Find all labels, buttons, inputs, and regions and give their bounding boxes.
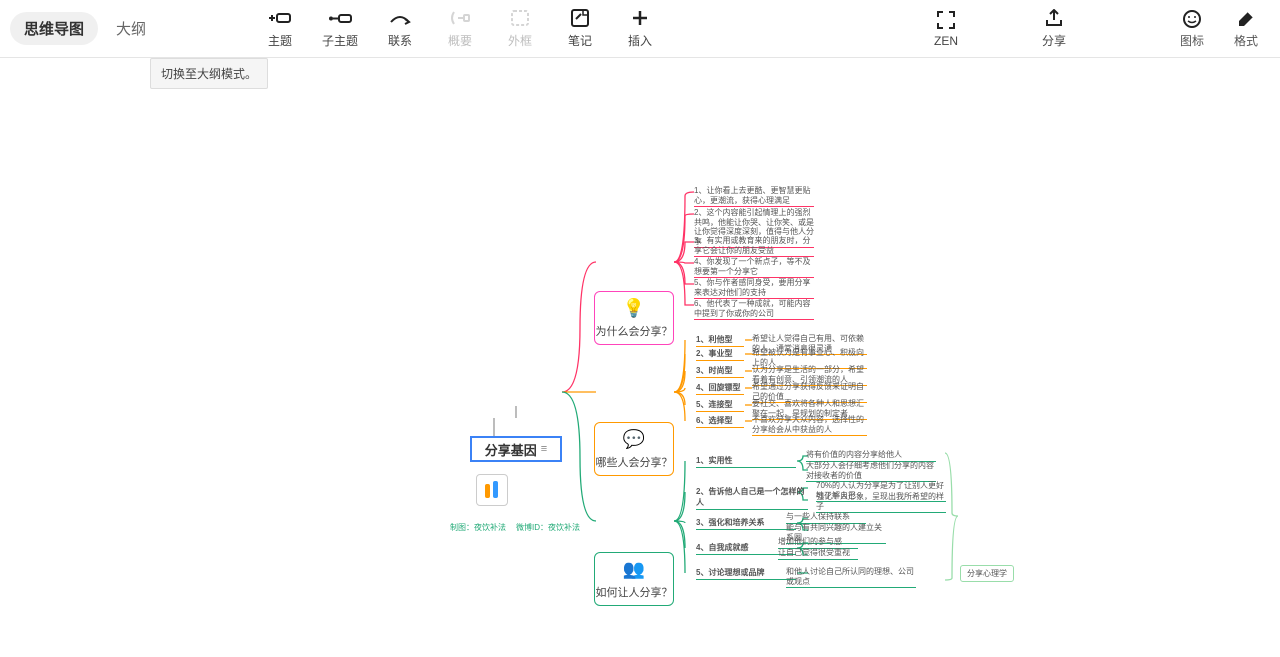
summary-icon: [450, 8, 470, 28]
list-item[interactable]: 3、强化和培养关系与一些人保持联系能与有共同兴趣的人建立关系圈: [696, 517, 796, 530]
list-item[interactable]: 3、时尚型认为分享是生活的一部分，希望看着有创意、引领潮流的人: [696, 365, 744, 378]
attachment-node[interactable]: [476, 474, 508, 506]
format-icon: [1236, 9, 1256, 29]
list-item[interactable]: 4、你发现了一个新点子，等不及想要第一个分享它: [694, 257, 814, 278]
branch-label: 如何让人分享？: [596, 584, 673, 600]
zen-button[interactable]: ZEN: [916, 5, 976, 53]
view-outline-tab[interactable]: 大纲: [106, 12, 156, 45]
subtopic-icon: [328, 8, 352, 28]
chat-icon: 💬: [623, 429, 645, 450]
list-item[interactable]: 4、回旋镖型希望通过分享获得反馈来证明自己的价值: [696, 382, 744, 395]
boundary-button: 外框: [490, 5, 550, 53]
top-toolbar: 思维导图 大纲 主题 子主题 联系 概要 外框 笔记 插入: [0, 0, 1280, 58]
list-item[interactable]: 2、告诉他人自己是一个怎样的人70%的人认为分享是为了让别人更好地了解自己强化个…: [696, 486, 808, 510]
boundary-icon: [511, 8, 529, 28]
list-item[interactable]: 5、讨论理想或品牌和他人讨论自己所认同的理想、公司或观点: [696, 567, 796, 580]
list-item[interactable]: 1、让你看上去更酷、更智慧更贴心，更潮流，获得心理满足: [694, 186, 814, 207]
summary-button: 概要: [430, 5, 490, 53]
relation-icon: [389, 8, 411, 28]
list-item[interactable]: 6、他代表了一种成就，可能内容中提到了你或你的公司: [694, 299, 814, 320]
format-panel-button[interactable]: 格式: [1222, 5, 1270, 53]
attachment-caption: 制图：夜饮补法 微博ID：夜饮补法: [450, 522, 580, 533]
icon-panel-button[interactable]: 图标: [1168, 5, 1216, 53]
subtopic-button[interactable]: 子主题: [310, 5, 370, 53]
people-icon: 👥: [623, 559, 645, 580]
lightbulb-icon: 💡: [623, 298, 645, 319]
share-button[interactable]: 分享: [1024, 5, 1084, 53]
toolbar-group-view: ZEN: [916, 5, 976, 53]
insert-button[interactable]: 插入: [610, 5, 670, 53]
list-item[interactable]: 4、自我成就感增加他们的参与感让自己觉得很受重视: [696, 542, 796, 555]
zen-icon: [937, 10, 955, 30]
root-label: 分享基因: [485, 440, 537, 459]
view-switch: 思维导图 大纲: [10, 12, 156, 45]
summary-node[interactable]: 分享心理学: [960, 565, 1014, 582]
list-item[interactable]: 1、实用性将有价值的内容分享给他人大部分人会仔细考虑他们分享的内容对接收者的价值: [696, 455, 796, 468]
list-item[interactable]: 5、连接型要社交、喜欢将各种人和思想汇聚在一起，是规划的制定者: [696, 399, 744, 412]
view-mindmap-tab[interactable]: 思维导图: [10, 12, 98, 45]
branch-label: 哪些人会分享？: [596, 454, 673, 470]
relation-button[interactable]: 联系: [370, 5, 430, 53]
topic-button[interactable]: 主题: [250, 5, 310, 53]
topic-icon: [269, 8, 291, 28]
list-item[interactable]: 2、事业型希望被认为是有事业心、积极向上的人: [696, 348, 744, 361]
note-button[interactable]: 笔记: [550, 5, 610, 53]
smile-icon: [1182, 9, 1202, 29]
list-item[interactable]: 3、有实用或教育来的朋友时，分享它会让你的朋友受益: [694, 236, 814, 257]
plus-icon: [631, 8, 649, 28]
list-item[interactable]: 6、选择型不喜欢分享大众内容，选择性的分享给会从中获益的人: [696, 415, 744, 428]
mindmap-canvas[interactable]: 分享基因 ≡ 制图：夜饮补法 微博ID：夜饮补法 💡 为什么会分享？ 💬 哪些人…: [0, 58, 1280, 657]
list-item[interactable]: 5、你与作者感同身受，要用分享来表达对他们的支持: [694, 278, 814, 299]
attachment-icon: [483, 479, 501, 501]
right-tools: 图标 格式: [1168, 5, 1270, 53]
branch-label: 为什么会分享？: [596, 323, 673, 339]
toolbar-group-edit: 主题 子主题 联系 概要 外框 笔记 插入: [250, 5, 670, 53]
root-node[interactable]: 分享基因 ≡: [470, 436, 562, 462]
branch-who[interactable]: 💬 哪些人会分享？: [594, 422, 674, 476]
branch-why[interactable]: 💡 为什么会分享？: [594, 291, 674, 345]
share-icon: [1045, 8, 1063, 28]
note-indicator-icon: ≡: [541, 443, 547, 455]
list-item[interactable]: 1、利他型希望让人觉得自己有用、可依赖的人，通常消息很灵通: [696, 334, 744, 347]
note-icon: [571, 8, 589, 28]
branch-how[interactable]: 👥 如何让人分享？: [594, 552, 674, 606]
toolbar-group-share: 分享: [1024, 5, 1084, 53]
